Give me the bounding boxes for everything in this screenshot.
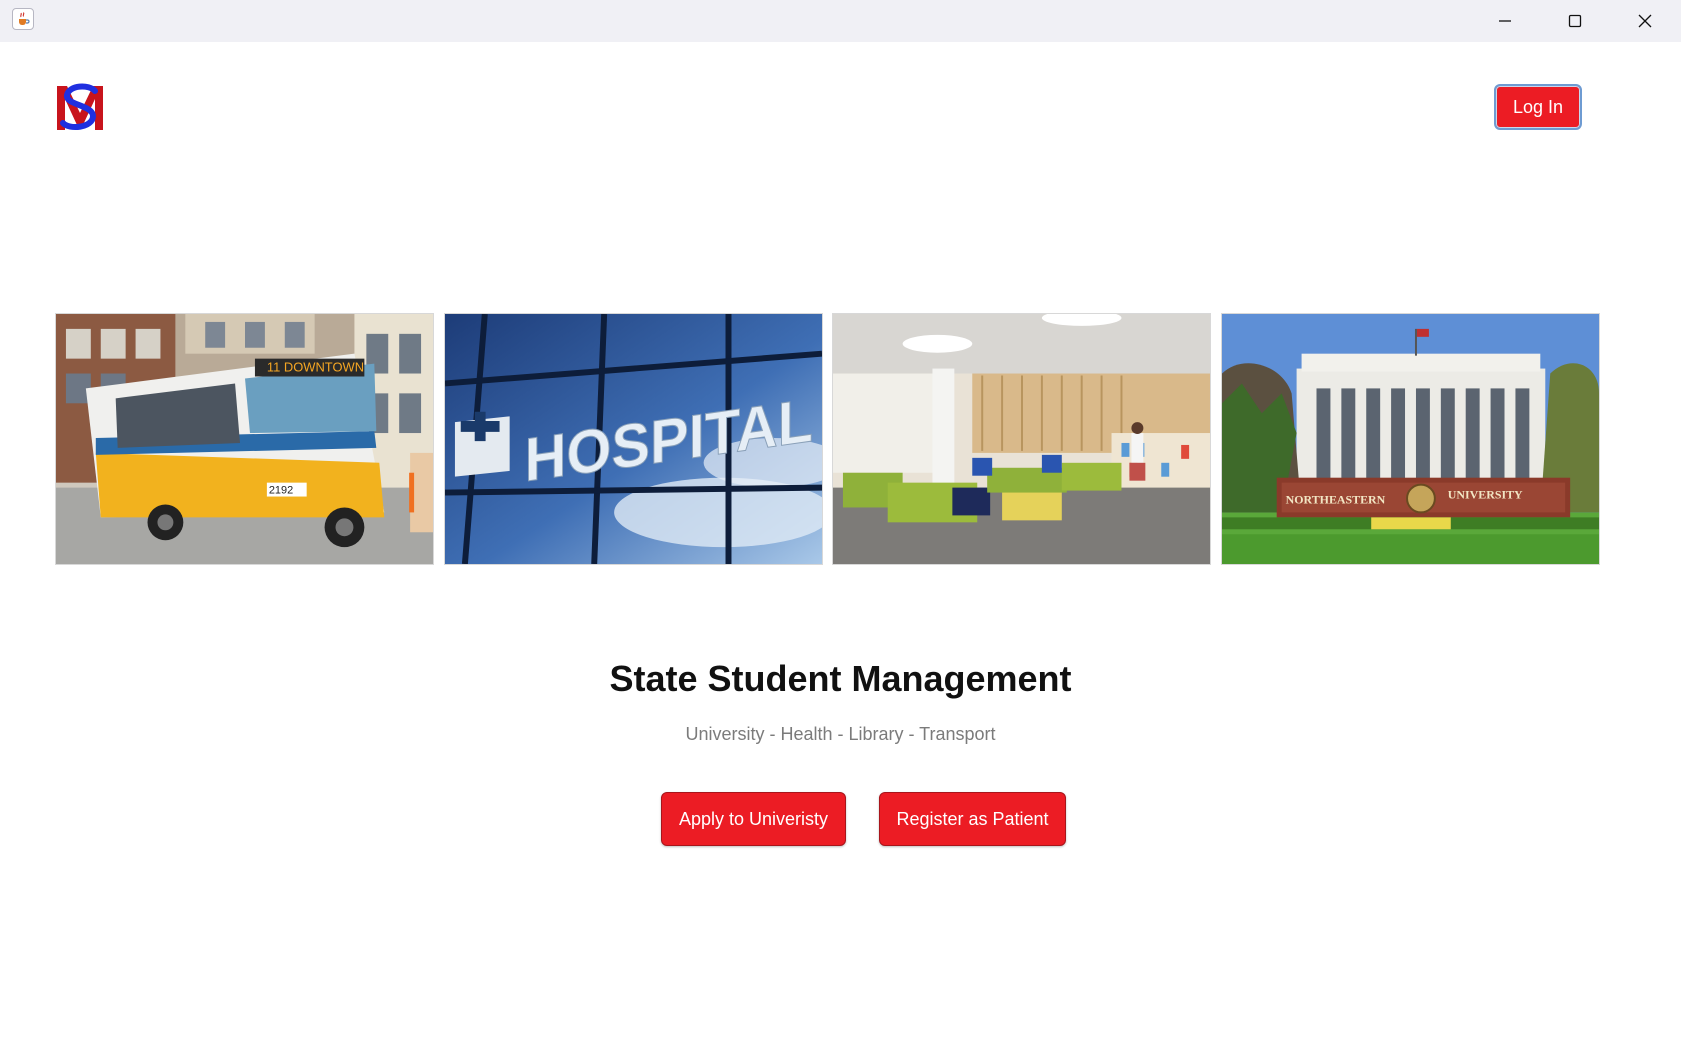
register-as-patient-button[interactable]: Register as Patient [879, 792, 1066, 846]
close-icon [1638, 14, 1652, 28]
bus-image: 11 DOWNTOWN 2192 [55, 313, 434, 565]
svg-text:2192: 2192 [269, 485, 293, 497]
page-title: State Student Management [609, 658, 1072, 699]
window-titlebar [0, 0, 1681, 42]
main-content: Log In 11 DOWNTOWN 2192 HOSPITAL NORTHEA… [0, 42, 1681, 1053]
java-cup-icon[interactable] [12, 8, 34, 30]
maximize-button[interactable] [1540, 0, 1610, 42]
svg-text:UNIVERSITY: UNIVERSITY [1448, 488, 1523, 502]
svg-text:NORTHEASTERN: NORTHEASTERN [1286, 492, 1386, 506]
page-subtitle: University - Health - Library - Transpor… [685, 724, 996, 744]
sm-logo [55, 83, 105, 133]
minimize-icon [1499, 20, 1511, 22]
svg-text:11 DOWNTOWN: 11 DOWNTOWN [267, 360, 364, 375]
minimize-button[interactable] [1470, 0, 1540, 42]
apply-to-university-button[interactable]: Apply to Univeristy [661, 792, 846, 846]
maximize-icon [1568, 14, 1582, 28]
hospital-image: HOSPITAL [444, 313, 823, 565]
close-button[interactable] [1610, 0, 1680, 42]
login-button[interactable]: Log In [1494, 84, 1582, 130]
library-image [832, 313, 1211, 565]
university-image: NORTHEASTERN UNIVERSITY [1221, 313, 1600, 565]
